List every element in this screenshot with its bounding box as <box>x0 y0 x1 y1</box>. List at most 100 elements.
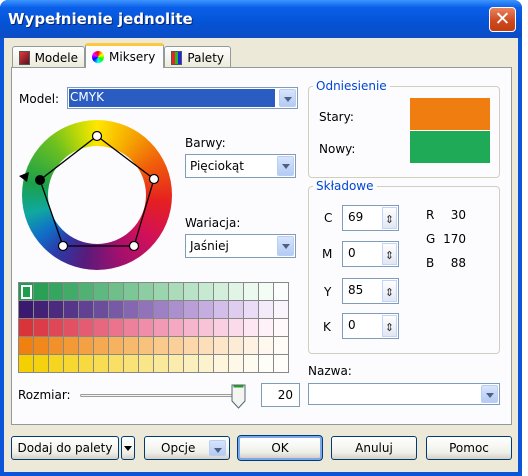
color-swatch[interactable] <box>109 337 124 355</box>
chevron-down-icon[interactable] <box>277 236 294 256</box>
color-swatch[interactable] <box>184 337 199 355</box>
color-swatch[interactable] <box>139 301 154 319</box>
color-swatch[interactable] <box>19 355 34 373</box>
color-swatch[interactable] <box>64 337 79 355</box>
harmony-handle[interactable] <box>148 173 160 185</box>
add-to-palette-menu-button[interactable] <box>121 436 135 460</box>
color-swatch[interactable] <box>154 301 169 319</box>
options-button[interactable]: Opcje <box>144 436 230 460</box>
color-swatch[interactable] <box>199 301 214 319</box>
color-swatch[interactable] <box>214 337 229 355</box>
size-slider-track[interactable] <box>80 394 242 397</box>
color-swatch[interactable] <box>169 283 184 301</box>
chevron-down-icon[interactable] <box>279 89 296 107</box>
color-swatch[interactable] <box>109 301 124 319</box>
color-swatch[interactable] <box>214 355 229 373</box>
color-swatch[interactable] <box>124 283 139 301</box>
size-input[interactable]: 20 <box>261 383 300 407</box>
color-swatch[interactable] <box>214 301 229 319</box>
harmony-dropdown[interactable]: Pięciokąt <box>185 154 296 178</box>
color-swatch[interactable] <box>259 301 274 319</box>
color-swatch[interactable] <box>34 337 49 355</box>
color-swatch[interactable] <box>274 319 289 337</box>
color-swatch[interactable] <box>259 355 274 373</box>
color-swatch[interactable] <box>139 283 154 301</box>
primary-handle[interactable] <box>35 175 45 185</box>
color-swatch[interactable] <box>169 301 184 319</box>
spinner-icon[interactable]: ⇕ <box>382 315 397 337</box>
swatch-grid[interactable] <box>18 282 289 373</box>
yellow-input[interactable]: 85 ⇕ <box>342 278 399 304</box>
color-swatch[interactable] <box>79 283 94 301</box>
color-swatch[interactable] <box>49 283 64 301</box>
color-swatch[interactable] <box>274 283 289 301</box>
color-swatch[interactable] <box>64 283 79 301</box>
color-swatch[interactable] <box>64 301 79 319</box>
color-swatch[interactable] <box>184 301 199 319</box>
color-swatch[interactable] <box>229 319 244 337</box>
color-swatch[interactable] <box>64 355 79 373</box>
color-swatch[interactable] <box>244 283 259 301</box>
color-swatch[interactable] <box>109 283 124 301</box>
color-swatch[interactable] <box>199 319 214 337</box>
color-swatch[interactable] <box>49 319 64 337</box>
variation-dropdown[interactable]: Jaśniej <box>185 234 296 258</box>
color-swatch[interactable] <box>229 337 244 355</box>
color-swatch[interactable] <box>79 319 94 337</box>
name-combobox[interactable] <box>308 383 500 405</box>
color-swatch[interactable] <box>124 319 139 337</box>
color-swatch[interactable] <box>154 283 169 301</box>
color-swatch[interactable] <box>34 301 49 319</box>
color-swatch[interactable] <box>244 301 259 319</box>
color-swatch[interactable] <box>169 337 184 355</box>
model-dropdown[interactable]: CMYK <box>67 87 298 109</box>
tab-models[interactable]: Modele <box>12 46 85 68</box>
color-swatch[interactable] <box>49 337 64 355</box>
color-swatch[interactable] <box>169 319 184 337</box>
color-swatch[interactable] <box>94 319 109 337</box>
cancel-button[interactable]: Anuluj <box>331 436 417 460</box>
color-swatch[interactable] <box>94 355 109 373</box>
color-swatch[interactable] <box>274 337 289 355</box>
color-swatch[interactable] <box>94 283 109 301</box>
color-swatch[interactable] <box>139 355 154 373</box>
color-swatch[interactable] <box>274 301 289 319</box>
color-swatch[interactable] <box>154 337 169 355</box>
harmony-handle[interactable] <box>57 240 69 252</box>
ok-button[interactable]: OK <box>237 435 323 461</box>
magenta-input[interactable]: 0 ⇕ <box>342 241 399 267</box>
harmony-handle[interactable] <box>128 240 140 252</box>
color-swatch[interactable] <box>124 301 139 319</box>
color-swatch[interactable] <box>19 337 34 355</box>
color-swatch[interactable] <box>259 283 274 301</box>
cyan-input[interactable]: 69 ⇕ <box>342 205 399 231</box>
color-swatch[interactable] <box>49 301 64 319</box>
color-swatch[interactable] <box>79 355 94 373</box>
color-swatch[interactable] <box>109 319 124 337</box>
black-input[interactable]: 0 ⇕ <box>342 313 399 339</box>
color-swatch[interactable] <box>244 355 259 373</box>
color-swatch[interactable] <box>259 319 274 337</box>
color-swatch[interactable] <box>199 337 214 355</box>
color-swatch[interactable] <box>169 355 184 373</box>
add-to-palette-button[interactable]: Dodaj do palety <box>11 436 119 460</box>
color-swatch[interactable] <box>244 337 259 355</box>
help-button[interactable]: Pomoc <box>426 436 512 460</box>
color-swatch[interactable] <box>34 283 49 301</box>
color-swatch[interactable] <box>79 301 94 319</box>
color-swatch[interactable] <box>49 355 64 373</box>
color-swatch[interactable] <box>124 355 139 373</box>
color-swatch[interactable] <box>199 283 214 301</box>
color-swatch[interactable] <box>184 355 199 373</box>
color-swatch[interactable] <box>19 301 34 319</box>
harmony-pentagon[interactable] <box>16 120 178 280</box>
color-swatch[interactable] <box>229 301 244 319</box>
color-swatch[interactable] <box>94 301 109 319</box>
color-swatch[interactable] <box>199 355 214 373</box>
tab-mixers[interactable]: Miksery <box>85 43 164 68</box>
color-swatch[interactable] <box>154 319 169 337</box>
chevron-down-icon[interactable] <box>481 385 498 403</box>
chevron-down-icon[interactable] <box>277 156 294 176</box>
color-swatch[interactable] <box>124 337 139 355</box>
spinner-icon[interactable]: ⇕ <box>382 207 397 229</box>
